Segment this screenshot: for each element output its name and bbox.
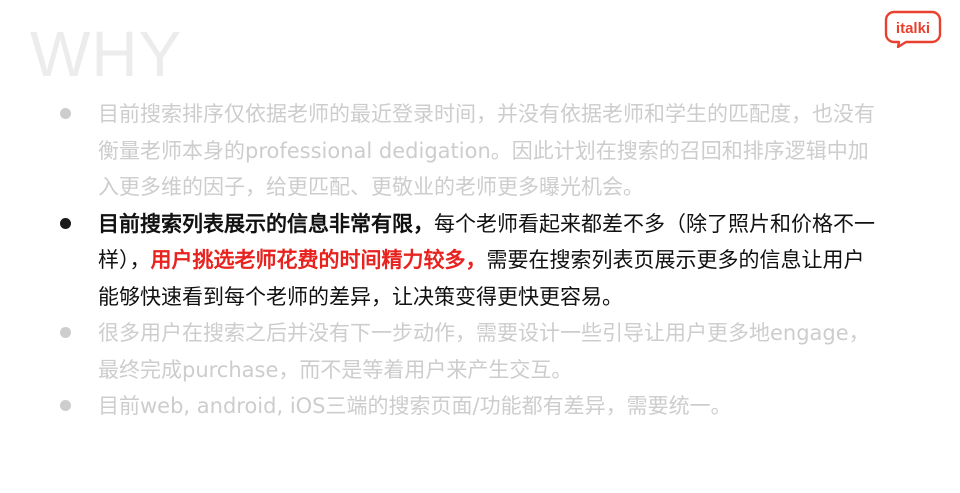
bullet-item-list-info: 目前搜索列表展示的信息非常有限，每个老师看起来都差不多（除了照片和价格不一样），… <box>60 206 880 316</box>
bullet-item-platforms: 目前web, android, iOS三端的搜索页面/功能都有差异，需要统一。 <box>60 388 880 425</box>
bullet-highlight-text: 用户挑选老师花费的时间精力较多， <box>150 248 487 272</box>
bullet-dot-icon <box>60 327 71 338</box>
bullet-dot-icon <box>60 108 71 119</box>
bullet-text: 目前web, android, iOS三端的搜索页面/功能都有差异，需要统一。 <box>98 394 732 418</box>
bullet-bold-text: 目前搜索列表展示的信息非常有限， <box>98 211 434 236</box>
slide-title: WHY <box>30 18 183 90</box>
bullet-dot-icon <box>60 400 71 411</box>
bullet-text: 很多用户在搜索之后并没有下一步动作，需要设计一些引导让用户更多地engage，最… <box>98 321 870 382</box>
bullet-item-engagement: 很多用户在搜索之后并没有下一步动作，需要设计一些引导让用户更多地engage，最… <box>60 315 880 388</box>
bullet-list: 目前搜索排序仅依据老师的最近登录时间，并没有依据老师和学生的匹配度，也没有衡量老… <box>60 96 880 425</box>
bullet-dot-icon <box>60 217 71 229</box>
bullet-text: 目前搜索排序仅依据老师的最近登录时间，并没有依据老师和学生的匹配度，也没有衡量老… <box>98 102 875 199</box>
italki-logo: italki <box>884 10 942 48</box>
logo-text: italki <box>896 20 930 37</box>
logo-speech-bubble-icon: italki <box>884 10 942 48</box>
bullet-item-ranking: 目前搜索排序仅依据老师的最近登录时间，并没有依据老师和学生的匹配度，也没有衡量老… <box>60 96 880 206</box>
